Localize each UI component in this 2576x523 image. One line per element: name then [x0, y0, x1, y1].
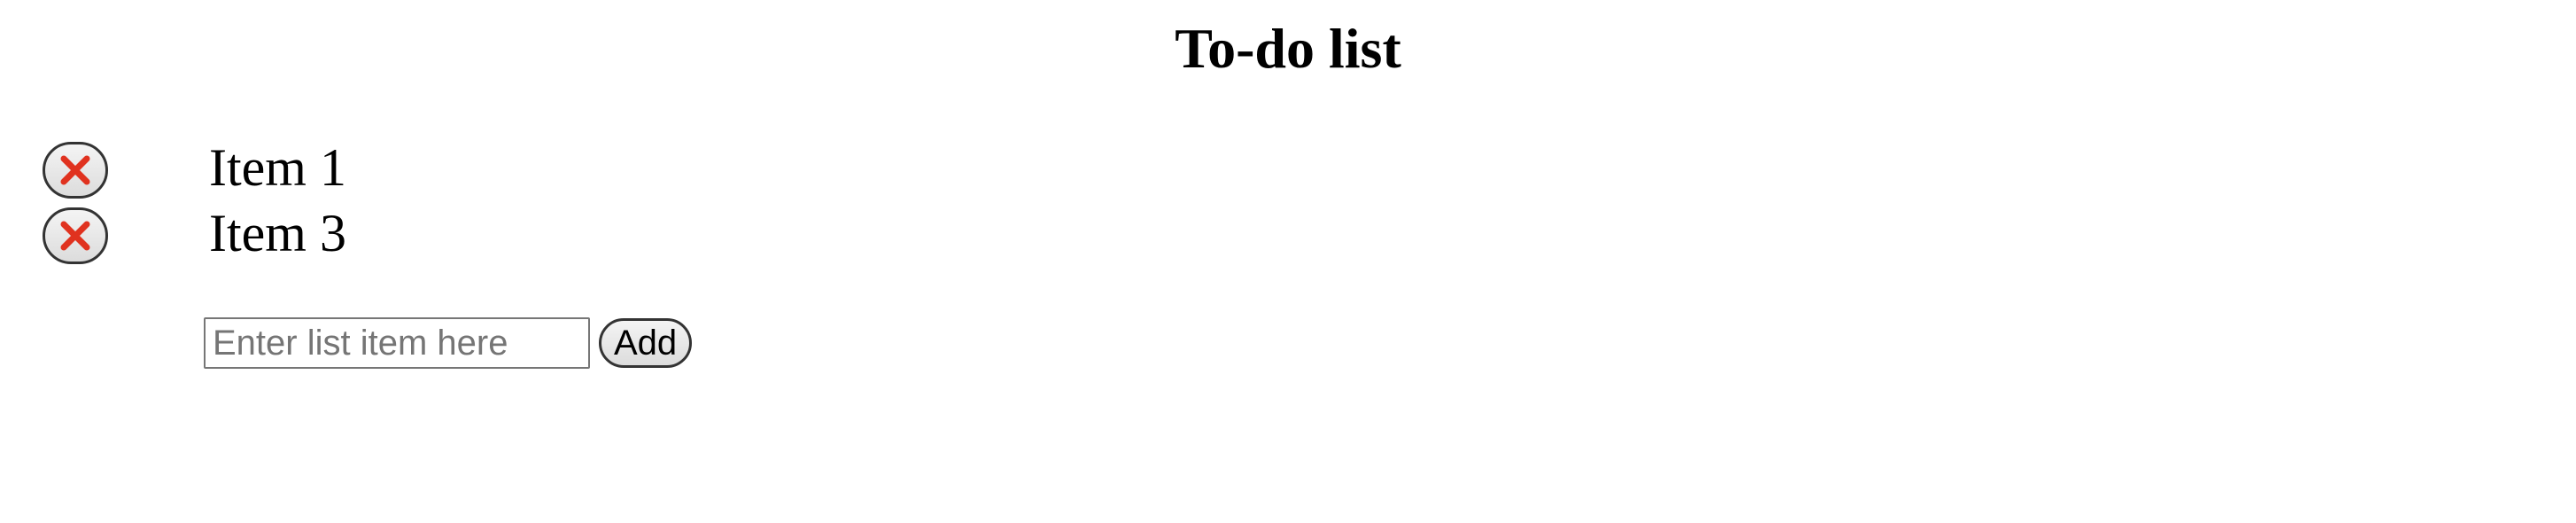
add-button[interactable]: Add — [599, 318, 693, 368]
delete-item-button[interactable] — [43, 207, 108, 264]
add-item-form: Add — [204, 317, 693, 369]
close-x-icon — [58, 218, 93, 254]
new-item-input[interactable] — [204, 317, 590, 369]
close-x-icon — [58, 152, 93, 188]
delete-item-button[interactable] — [43, 142, 108, 199]
page-title: To-do list — [1175, 17, 1401, 80]
list-item-label: Item 1 — [209, 138, 346, 197]
list-item-label: Item 3 — [209, 204, 346, 262]
